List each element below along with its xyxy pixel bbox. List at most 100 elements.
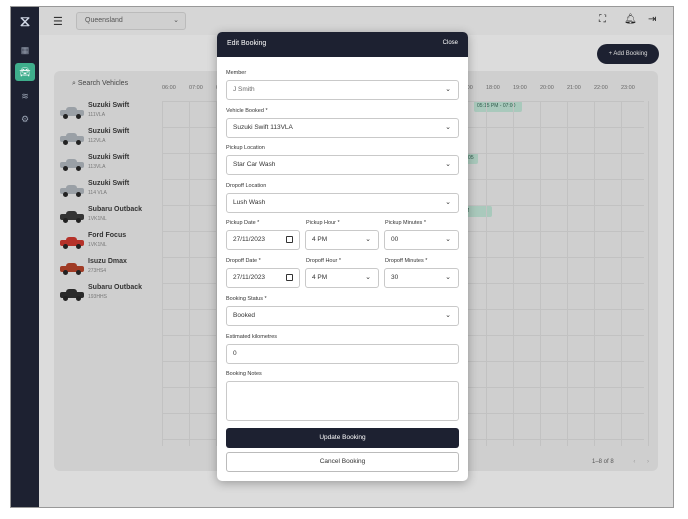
status-label: Booking Status * xyxy=(226,296,267,302)
vehicle-registration: 273HS4 xyxy=(88,268,107,274)
dropoff-location-label: Dropoff Location xyxy=(226,183,267,189)
car-icon xyxy=(60,133,84,145)
dropoff-minutes-select[interactable]: 30 ⌄ xyxy=(384,268,459,288)
notes-label: Booking Notes xyxy=(226,371,262,377)
vehicle-row[interactable]: Subaru Outback 193HHS xyxy=(58,281,158,307)
dialog-title: Edit Booking xyxy=(227,40,267,47)
km-input[interactable]: 0 xyxy=(226,344,459,364)
vehicle-registration: 114 VLA xyxy=(88,190,107,196)
fullscreen-icon[interactable]: ⛶ xyxy=(599,14,606,25)
calendar-icon[interactable] xyxy=(286,236,293,243)
hour-label: 21:00 xyxy=(567,85,581,91)
pickup-date-input[interactable]: 27/11/2023 xyxy=(226,230,300,250)
dropoff-date-input[interactable]: 27/11/2023 xyxy=(226,268,300,288)
vehicle-registration: 112VLA xyxy=(88,138,106,144)
pickup-hour-value: 4 PM xyxy=(312,236,328,243)
vehicle-registration: 111VLA xyxy=(88,112,106,118)
region-value: Queensland xyxy=(85,17,123,24)
km-value: 0 xyxy=(233,350,237,357)
calendar-icon[interactable] xyxy=(286,274,293,281)
vehicle-row[interactable]: Suzuki Swift 114 VLA xyxy=(58,177,158,203)
logout-icon[interactable]: ⇥ xyxy=(648,14,656,25)
hour-label: 19:00 xyxy=(513,85,527,91)
dropoff-date-value: 27/11/2023 xyxy=(233,274,266,281)
sidebar: ⧖ ▦ 🚘︎ ≋ ⚙ xyxy=(11,7,39,507)
booking-event[interactable]: 05:15 PM - 07:00 xyxy=(474,101,522,112)
app-logo: ⧖ xyxy=(19,13,31,30)
top-bar: ☰ Queensland ⌄ ⛶ 🔔︎ ⇥ xyxy=(39,7,673,35)
pickup-minutes-select[interactable]: 00 ⌄ xyxy=(384,230,459,250)
vehicle-row[interactable]: Ford Focus 1VK1NL xyxy=(58,229,158,255)
vehicle-name: Suzuki Swift xyxy=(88,128,130,135)
hour-label: 18:00 xyxy=(486,85,500,91)
update-booking-button[interactable]: Update Booking xyxy=(226,428,459,448)
vehicle-name: Suzuki Swift xyxy=(88,154,130,161)
dropoff-location-value: Lush Wash xyxy=(233,199,266,206)
vehicle-select[interactable]: Suzuki Swift 113VLA ⌄ xyxy=(226,118,459,138)
grid-column-line xyxy=(648,101,649,446)
menu-icon[interactable]: ☰ xyxy=(53,15,63,28)
cancel-booking-button[interactable]: Cancel Booking xyxy=(226,452,459,472)
vehicle-row[interactable]: Suzuki Swift 111VLA xyxy=(58,99,158,125)
settings-icon[interactable]: ⚙ xyxy=(15,110,35,128)
edit-booking-dialog: Edit Booking Close Member J Smith ⌄ Vehic… xyxy=(217,32,468,481)
prev-page-icon[interactable]: ‹ xyxy=(633,459,635,465)
pickup-location-label: Pickup Location xyxy=(226,145,265,151)
pickup-hour-select[interactable]: 4 PM ⌄ xyxy=(305,230,379,250)
hour-label: 23:00 xyxy=(621,85,635,91)
vehicle-row[interactable]: Suzuki Swift 113VLA xyxy=(58,151,158,177)
pickup-date-label: Pickup Date * xyxy=(226,220,260,226)
vehicle-name: Subaru Outback xyxy=(88,206,143,213)
vehicle-value: Suzuki Swift 113VLA xyxy=(233,124,293,131)
vehicle-name: Ford Focus xyxy=(88,232,127,239)
dropoff-location-select[interactable]: Lush Wash ⌄ xyxy=(226,193,459,213)
status-select[interactable]: Booked ⌄ xyxy=(226,306,459,326)
member-select[interactable]: J Smith ⌄ xyxy=(226,80,459,100)
vehicle-registration: 113VLA xyxy=(88,164,106,170)
chevron-down-icon: ⌄ xyxy=(173,17,179,24)
pickup-minutes-value: 00 xyxy=(391,236,399,243)
hour-label: 20:00 xyxy=(540,85,554,91)
vehicle-name: Suzuki Swift xyxy=(88,180,130,187)
vehicle-search[interactable]: ⌕ Search Vehicles xyxy=(72,80,128,88)
hour-label: 06:00 xyxy=(162,85,176,91)
chevron-down-icon: ⌄ xyxy=(365,274,371,281)
car-icon[interactable]: 🚘︎ xyxy=(15,63,35,81)
dropoff-hour-label: Dropoff Hour * xyxy=(306,258,342,264)
car-icon xyxy=(60,159,84,171)
dialog-header: Edit Booking Close xyxy=(217,32,468,57)
vehicle-row[interactable]: Suzuki Swift 112VLA xyxy=(58,125,158,151)
region-select[interactable]: Queensland ⌄ xyxy=(76,12,186,30)
vehicle-row[interactable]: Isuzu Dmax 273HS4 xyxy=(58,255,158,281)
close-button[interactable]: Close xyxy=(443,40,458,46)
km-label: Estimated kilometres xyxy=(226,334,278,340)
add-booking-label: Add Booking xyxy=(613,51,648,57)
vehicle-registration: 193HHS xyxy=(88,294,107,300)
next-page-icon[interactable]: › xyxy=(647,459,649,465)
chevron-down-icon: ⌄ xyxy=(445,161,451,168)
bell-icon[interactable]: 🔔︎ xyxy=(624,14,637,25)
pickup-location-value: Star Car Wash xyxy=(233,161,276,168)
layers-icon[interactable]: ≋ xyxy=(15,87,35,105)
car-icon xyxy=(60,237,84,249)
car-icon xyxy=(60,107,84,119)
hour-label: 07:00 xyxy=(189,85,203,91)
car-icon xyxy=(60,185,84,197)
dropoff-hour-select[interactable]: 4 PM ⌄ xyxy=(305,268,379,288)
vehicle-name: Suzuki Swift xyxy=(88,102,130,109)
chevron-down-icon: ⌄ xyxy=(365,236,371,243)
chevron-down-icon: ⌄ xyxy=(445,274,451,281)
add-booking-button[interactable]: + Add Booking xyxy=(597,44,659,64)
chevron-down-icon: ⌄ xyxy=(445,124,451,131)
member-value: J Smith xyxy=(233,86,255,93)
dropoff-hour-value: 4 PM xyxy=(312,274,328,281)
pickup-location-select[interactable]: Star Car Wash ⌄ xyxy=(226,155,459,175)
vehicle-name: Subaru Outback xyxy=(88,284,143,291)
dashboard-icon[interactable]: ▦ xyxy=(15,41,35,59)
status-value: Booked xyxy=(233,312,256,319)
pagination: 1–8 of 8 ‹ › xyxy=(592,459,649,465)
pickup-hour-label: Pickup Hour * xyxy=(306,220,340,226)
vehicle-row[interactable]: Subaru Outback 1VK1NL xyxy=(58,203,158,229)
vehicle-registration: 1VK1NL xyxy=(88,242,107,248)
notes-textarea[interactable] xyxy=(226,381,459,421)
